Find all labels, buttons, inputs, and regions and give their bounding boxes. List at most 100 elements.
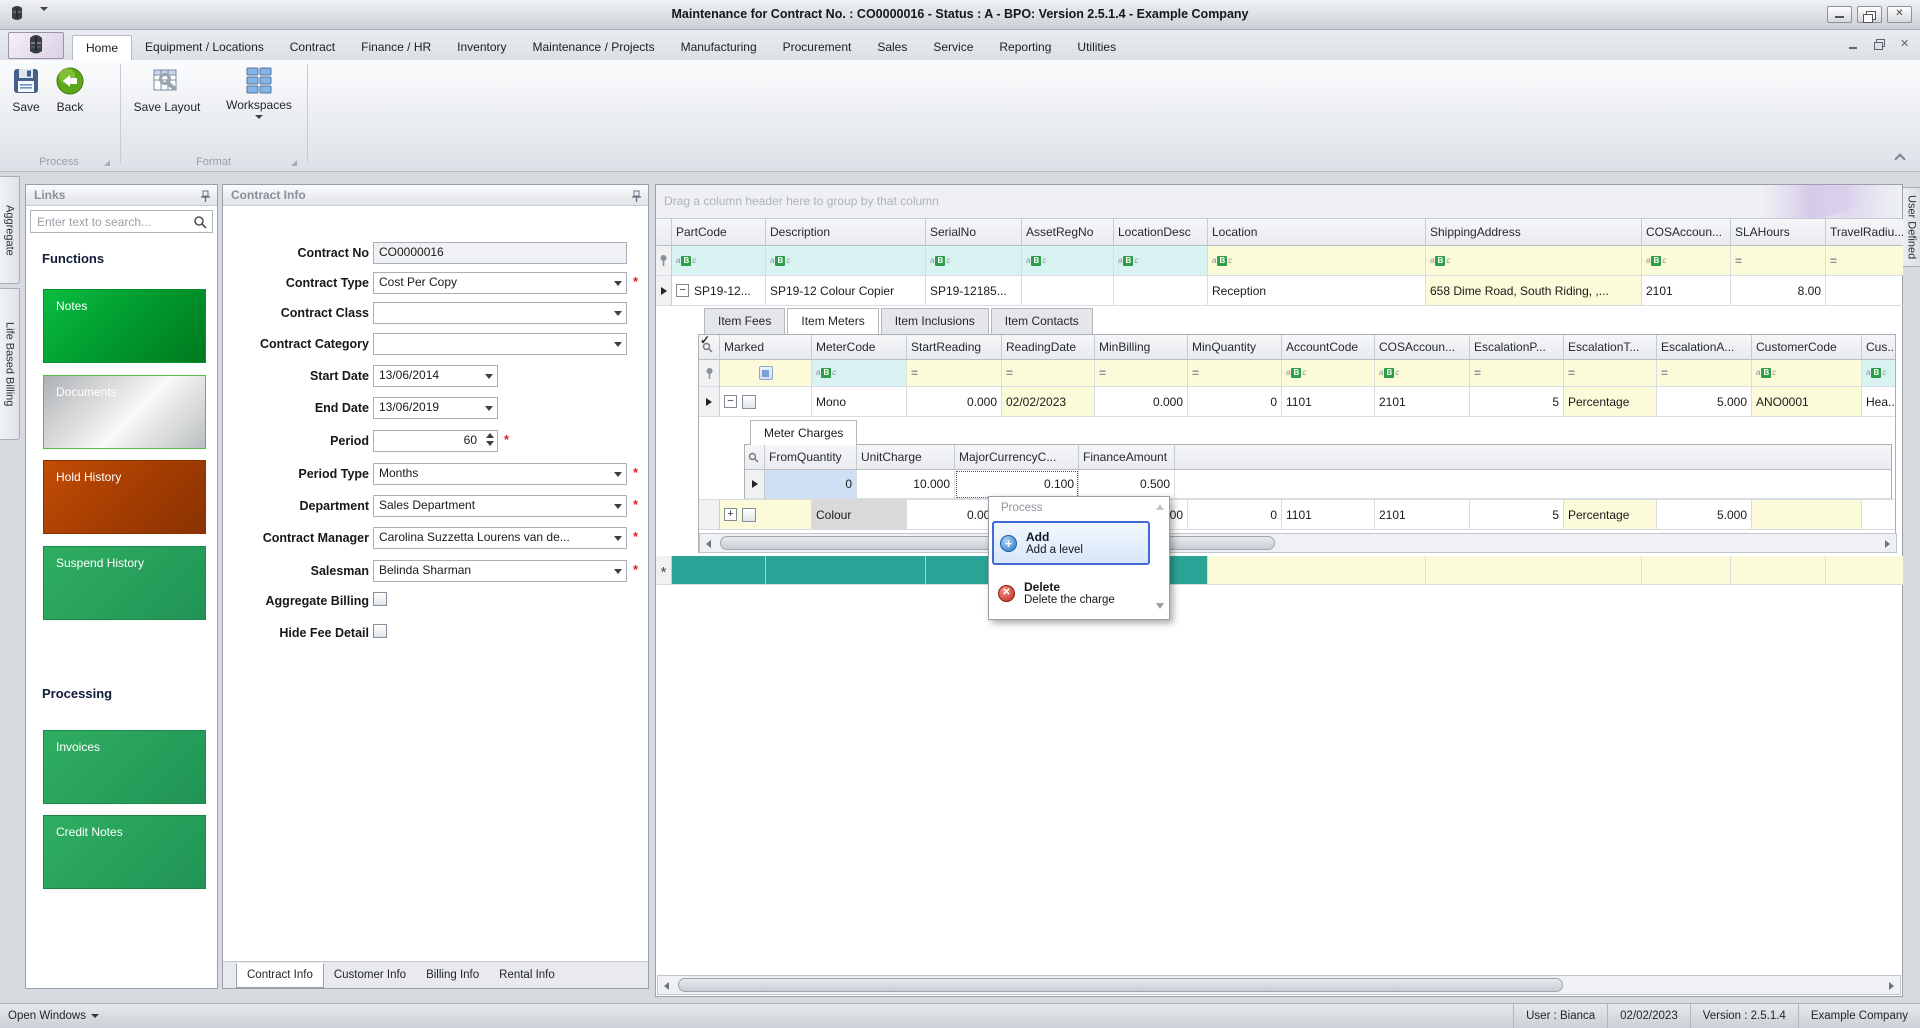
filter-cell-startreading[interactable]: = [907, 360, 1002, 387]
meter-row-colour[interactable]: Colour 0.000 0.000 0 1101 2101 5 Percent… [699, 500, 1895, 530]
cell-travelradius[interactable] [1826, 276, 1903, 306]
back-button[interactable]: Back [50, 66, 90, 114]
ribbon-tab-finance-hr[interactable]: Finance / HR [348, 35, 444, 60]
expand-detail-icon[interactable] [724, 508, 737, 521]
cell-cosaccount[interactable]: 2101 [1642, 276, 1731, 306]
contract-category-select[interactable] [373, 333, 627, 355]
ribbon-tab-contract[interactable]: Contract [277, 35, 348, 60]
cell-marked[interactable] [720, 387, 812, 417]
process-group-launcher-icon[interactable] [104, 160, 110, 166]
filter-cell-shippingaddress[interactable]: aBc [1426, 246, 1642, 276]
tab-item-inclusions[interactable]: Item Inclusions [880, 308, 989, 334]
cell-accountcode[interactable]: 1101 [1282, 500, 1375, 530]
side-tab-aggregate[interactable]: Aggregate [0, 176, 20, 284]
scroll-right-icon[interactable] [1889, 982, 1894, 990]
filter-cell-assetregno[interactable]: aBc [1022, 246, 1114, 276]
filter-pin-icon[interactable] [699, 360, 720, 387]
column-header-cus[interactable]: Cus... [1862, 335, 1895, 360]
workspaces-button[interactable]: Workspaces [216, 66, 302, 119]
column-header-cosaccount[interactable]: COSAccoun... [1642, 219, 1731, 246]
scroll-right-icon[interactable] [1885, 540, 1890, 548]
contract-manager-select[interactable]: Carolina Suzzetta Lourens van de... [373, 527, 627, 549]
cell-metercode[interactable]: Mono [812, 387, 907, 417]
collapse-detail-icon[interactable] [676, 284, 689, 297]
filter-cell-escalationp[interactable]: = [1470, 360, 1564, 387]
contract-class-select[interactable] [373, 302, 627, 324]
filter-cell-readingdate[interactable]: = [1002, 360, 1095, 387]
new-cell-description[interactable] [766, 556, 926, 585]
cell-escalationp[interactable]: 5 [1470, 387, 1564, 417]
ribbon-tab-sales[interactable]: Sales [864, 35, 920, 60]
column-header-slahours[interactable]: SLAHours [1731, 219, 1826, 246]
cell-cosaccount[interactable]: 2101 [1375, 500, 1470, 530]
department-select[interactable]: Sales Department [373, 495, 627, 517]
cell-minquantity[interactable]: 0 [1188, 500, 1282, 530]
filter-cell-travelradius[interactable]: = [1826, 246, 1903, 276]
save-button[interactable]: Save [6, 66, 46, 114]
cell-accountcode[interactable]: 1101 [1282, 387, 1375, 417]
column-header-customercode[interactable]: CustomerCode [1752, 335, 1862, 360]
cell-locationdesc[interactable] [1114, 276, 1208, 306]
column-header-accountcode[interactable]: AccountCode [1282, 335, 1375, 360]
cell-escalationt[interactable]: Percentage [1564, 387, 1657, 417]
cell-cus[interactable] [1862, 500, 1895, 530]
pin-icon[interactable] [631, 189, 642, 209]
hold-history-button[interactable]: Hold History [43, 460, 206, 534]
column-header-fromquantity[interactable]: FromQuantity [765, 445, 857, 470]
suspend-history-button[interactable]: Suspend History [43, 546, 206, 620]
cell-cus[interactable]: Hea... [1862, 387, 1895, 417]
cell-metercode[interactable]: Colour [812, 500, 907, 530]
grid-new-row[interactable] [656, 556, 1903, 585]
filter-cell-cosaccount[interactable]: aBc [1642, 246, 1731, 276]
column-header-unitcharge[interactable]: UnitCharge [857, 445, 955, 470]
save-layout-button[interactable]: Save Layout [125, 66, 209, 114]
tab-item-fees[interactable]: Item Fees [704, 308, 786, 334]
start-date-picker[interactable]: 13/06/2014 [373, 365, 498, 387]
column-header-escalationt[interactable]: EscalationT... [1564, 335, 1657, 360]
ribbon-tab-home[interactable]: Home [72, 35, 133, 60]
column-header-travelradius[interactable]: TravelRadiu... [1826, 219, 1903, 246]
cell-serialno[interactable]: SP19-12185... [926, 276, 1022, 306]
new-cell-slahours[interactable] [1731, 556, 1826, 585]
filter-cell-location[interactable]: aBc [1208, 246, 1426, 276]
column-header-partcode[interactable]: PartCode [672, 219, 766, 246]
cell-escalationp[interactable]: 5 [1470, 500, 1564, 530]
filter-cell-minquantity[interactable]: = [1188, 360, 1282, 387]
cell-cosaccount[interactable]: 2101 [1375, 387, 1470, 417]
search-icon[interactable] [193, 215, 207, 232]
meters-grid-scrollbar[interactable] [699, 533, 1897, 553]
column-header-startreading[interactable]: StartReading [907, 335, 1002, 360]
filter-cell-cus[interactable]: aBc [1862, 360, 1895, 387]
menu-scroll-down-icon[interactable] [1156, 603, 1164, 609]
marked-checkbox[interactable] [742, 507, 756, 522]
credit-notes-button[interactable]: Credit Notes [43, 815, 206, 889]
cell-readingdate[interactable]: 02/02/2023 [1002, 387, 1095, 417]
period-type-select[interactable]: Months [373, 463, 627, 485]
cell-minquantity[interactable]: 0 [1188, 387, 1282, 417]
cell-shippingaddress[interactable]: 658 Dime Road, South Riding, ,... [1426, 276, 1642, 306]
filter-cell-accountcode[interactable]: aBc [1282, 360, 1375, 387]
column-header-assetregno[interactable]: AssetRegNo [1022, 219, 1114, 246]
tab-rental-info[interactable]: Rental Info [489, 963, 565, 988]
documents-button[interactable]: Documents [43, 375, 206, 449]
meter-row-mono[interactable]: Mono 0.000 02/02/2023 0.000 0 1101 2101 … [699, 387, 1895, 417]
new-cell-location[interactable] [1208, 556, 1426, 585]
filter-cell-minbilling[interactable]: = [1095, 360, 1188, 387]
new-cell-travelradius[interactable] [1826, 556, 1903, 585]
ribbon-tab-inventory[interactable]: Inventory [444, 35, 519, 60]
application-menu-button[interactable] [8, 32, 64, 59]
filter-cell-metercode[interactable]: aBc [812, 360, 907, 387]
filter-cell-escalationt[interactable]: = [1564, 360, 1657, 387]
column-header-shippingaddress[interactable]: ShippingAddress [1426, 219, 1642, 246]
filter-cell-escalationa[interactable]: = [1657, 360, 1752, 387]
cell-startreading[interactable]: 0.000 [907, 387, 1002, 417]
filter-cell-description[interactable]: aBc [766, 246, 926, 276]
contract-type-select[interactable]: Cost Per Copy [373, 272, 627, 294]
new-cell-cosaccount[interactable] [1642, 556, 1731, 585]
mdi-minimize-button[interactable] [1847, 38, 1860, 51]
filter-cell-slahours[interactable]: = [1731, 246, 1826, 276]
column-header-majorcurrency[interactable]: MajorCurrencyC... [955, 445, 1079, 470]
ribbon-tab-manufacturing[interactable]: Manufacturing [668, 35, 770, 60]
ribbon-tab-reporting[interactable]: Reporting [986, 35, 1064, 60]
end-date-picker[interactable]: 13/06/2019 [373, 397, 498, 419]
